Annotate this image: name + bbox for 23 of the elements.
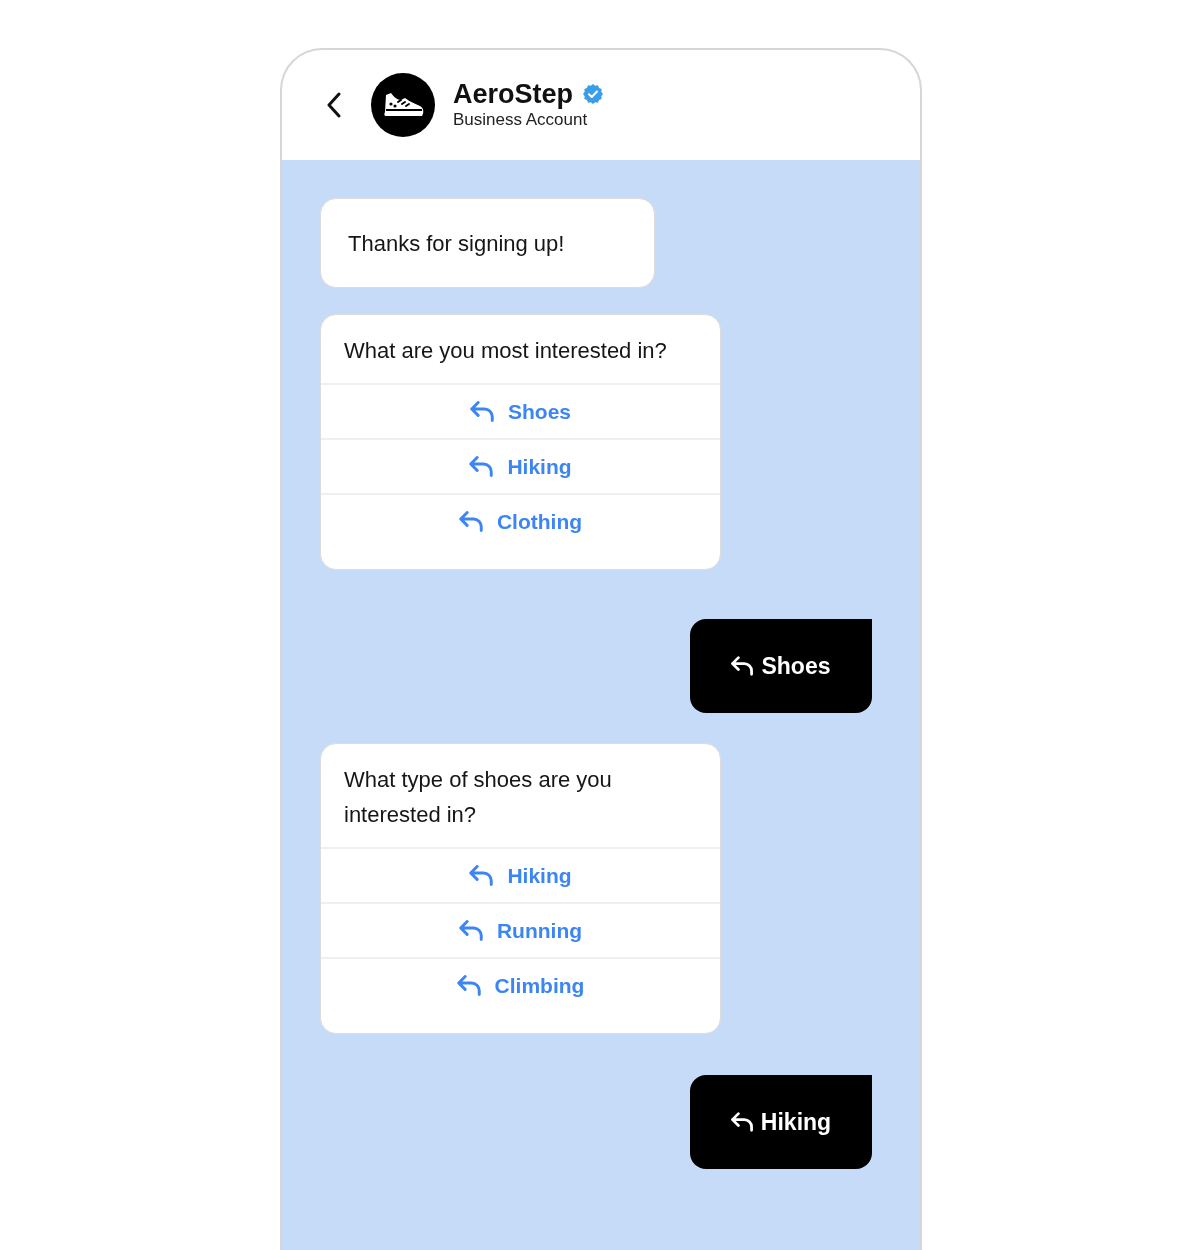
- quick-reply-button[interactable]: Climbing: [321, 957, 720, 1012]
- reply-arrow-icon: [469, 865, 494, 886]
- reply-arrow-icon: [730, 1112, 753, 1132]
- reply-arrow-icon: [458, 511, 483, 532]
- quick-reply-button[interactable]: Hiking: [321, 847, 720, 902]
- quick-reply-button[interactable]: Clothing: [321, 493, 720, 548]
- account-subtitle: Business Account: [453, 109, 589, 131]
- quick-reply-button[interactable]: Hiking: [321, 438, 720, 493]
- quick-reply-button[interactable]: Running: [321, 902, 720, 957]
- reply-arrow-icon: [458, 920, 483, 941]
- reply-arrow-icon: [469, 456, 494, 477]
- sneaker-logo-icon: [371, 73, 435, 137]
- back-icon[interactable]: [326, 92, 342, 118]
- message-text: Shoes: [761, 651, 831, 681]
- quick-reply-button[interactable]: Shoes: [321, 383, 720, 438]
- reply-arrow-icon: [470, 401, 494, 422]
- account-name: AeroStep: [453, 79, 574, 109]
- question-text: What type of shoes are you interested in?: [343, 766, 613, 829]
- message-text: Hiking: [760, 1107, 832, 1137]
- reply-arrow-icon: [731, 656, 754, 676]
- message-bubble: Thanks for signing up!: [320, 198, 655, 288]
- reply-arrow-icon: [456, 975, 481, 996]
- question-text: What are you most interested in?: [343, 337, 668, 365]
